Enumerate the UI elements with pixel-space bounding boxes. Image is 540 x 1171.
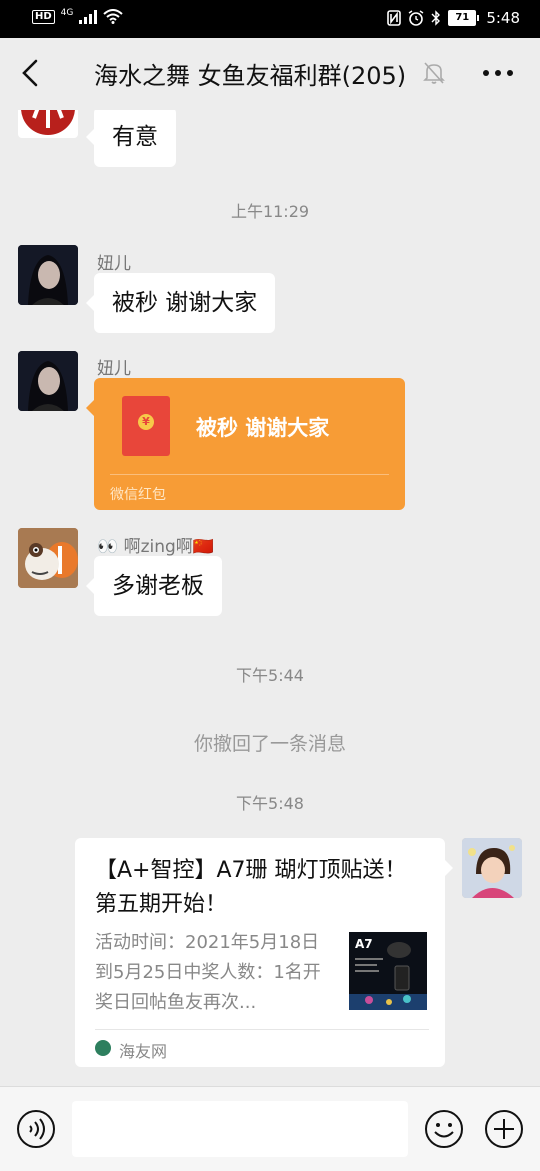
emoji-icon[interactable] — [424, 1109, 464, 1149]
sender-name: 妞儿 — [97, 359, 131, 379]
woman-avatar[interactable] — [18, 351, 78, 411]
link-card-thumbnail: A7 — [349, 932, 427, 1010]
clock: 5:48 — [486, 9, 520, 27]
recall-notice: 你撤回了一条消息 — [193, 733, 346, 755]
timestamp: 下午5:44 — [236, 666, 304, 685]
more-dots-icon[interactable] — [482, 69, 514, 77]
source-logo-icon — [95, 1040, 111, 1056]
back-arrow-icon[interactable] — [18, 58, 44, 88]
timestamp: 下午5:48 — [236, 794, 304, 813]
cartoon-fish-avatar[interactable] — [18, 528, 78, 588]
red-envelope-icon: ¥ — [122, 396, 170, 456]
message-bubble[interactable]: 有意 — [86, 110, 176, 167]
network-indicator: 4G — [60, 7, 74, 18]
sender-name: 👀 啊zing啊🇨🇳 — [97, 537, 214, 557]
link-card[interactable]: 【A+智控】A7珊 瑚灯顶贴送！第五期开始！ 活动时间：2021年5月18日到5… — [75, 838, 453, 1067]
link-card-description: 活动时间：2021年5月18日到5月25日中奖人数：1名开奖日回帖鱼友再次... — [95, 932, 321, 1013]
chat-title: 海水之舞 女鱼友福利群(205) — [94, 62, 407, 90]
link-card-source: 海友网 — [119, 1042, 168, 1061]
hd-indicator: HD — [32, 9, 55, 24]
voice-icon[interactable] — [16, 1109, 56, 1149]
message-bubble[interactable]: 多谢老板 — [86, 556, 222, 616]
message-bubble[interactable]: 被秒 谢谢大家 — [85, 273, 276, 333]
bluetooth-icon — [431, 10, 441, 26]
battery-icon: 71 — [448, 10, 480, 26]
red-packet-card[interactable]: ¥ 被秒 谢谢大家 微信红包 — [86, 378, 405, 510]
girl-avatar[interactable] — [462, 838, 522, 898]
status-bar: HD 4G 71 5:48 — [0, 0, 540, 38]
woman-avatar[interactable] — [18, 245, 78, 305]
link-card-title: 【A+智控】A7珊 瑚灯顶贴送！第五期开始！ — [95, 858, 407, 917]
chat-header: 海水之舞 女鱼友福利群(205) — [0, 38, 540, 110]
input-bar — [0, 1086, 540, 1171]
message-list[interactable]: 有意 上午11:29 妞儿 被秒 谢谢大家 妞儿 ¥ 被秒 谢谢大家 微信红包 — [0, 110, 540, 1086]
message-input[interactable] — [72, 1101, 408, 1157]
plus-icon[interactable] — [484, 1109, 524, 1149]
timestamp: 上午11:29 — [230, 202, 310, 221]
alarm-icon — [408, 10, 424, 26]
mute-bell-icon — [423, 62, 445, 84]
red-packet-label: 微信红包 — [110, 487, 166, 503]
sender-name: 妞儿 — [97, 254, 131, 274]
red-packet-greeting: 被秒 谢谢大家 — [196, 416, 330, 440]
wifi-icon — [103, 9, 124, 24]
signal-icon — [79, 9, 98, 24]
red-logo-avatar[interactable] — [18, 110, 78, 138]
nfc-icon — [387, 10, 402, 26]
battery-level: 71 — [448, 10, 477, 26]
thumb-label: A7 — [355, 937, 373, 951]
